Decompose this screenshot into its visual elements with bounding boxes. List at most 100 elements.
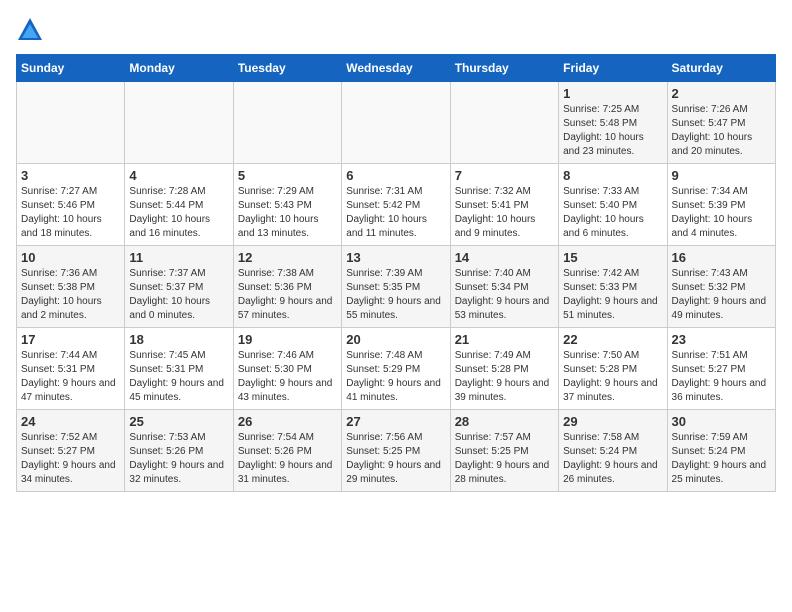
- day-number: 6: [346, 168, 445, 183]
- day-number: 25: [129, 414, 228, 429]
- day-info: Sunrise: 7:54 AM Sunset: 5:26 PM Dayligh…: [238, 431, 337, 487]
- day-number: 18: [129, 332, 228, 347]
- day-number: 28: [455, 414, 554, 429]
- calendar-cell: 10 Sunrise: 7:36 AM Sunset: 5:38 PM Dayli…: [17, 246, 125, 328]
- calendar-cell: [17, 82, 125, 164]
- day-info: Sunrise: 7:46 AM Sunset: 5:30 PM Dayligh…: [238, 349, 337, 405]
- day-info: Sunrise: 7:28 AM Sunset: 5:44 PM Dayligh…: [129, 185, 228, 241]
- day-info: Sunrise: 7:50 AM Sunset: 5:28 PM Dayligh…: [563, 349, 662, 405]
- day-info: Sunrise: 7:33 AM Sunset: 5:40 PM Dayligh…: [563, 185, 662, 241]
- calendar-cell: 22 Sunrise: 7:50 AM Sunset: 5:28 PM Dayli…: [559, 328, 667, 410]
- day-number: 15: [563, 250, 662, 265]
- calendar-cell: 11 Sunrise: 7:37 AM Sunset: 5:37 PM Dayli…: [125, 246, 233, 328]
- day-number: 26: [238, 414, 337, 429]
- calendar-cell: [233, 82, 341, 164]
- day-number: 10: [21, 250, 120, 265]
- day-info: Sunrise: 7:48 AM Sunset: 5:29 PM Dayligh…: [346, 349, 445, 405]
- day-number: 4: [129, 168, 228, 183]
- day-number: 24: [21, 414, 120, 429]
- calendar-cell: 21 Sunrise: 7:49 AM Sunset: 5:28 PM Dayli…: [450, 328, 558, 410]
- day-number: 21: [455, 332, 554, 347]
- day-info: Sunrise: 7:29 AM Sunset: 5:43 PM Dayligh…: [238, 185, 337, 241]
- day-info: Sunrise: 7:40 AM Sunset: 5:34 PM Dayligh…: [455, 267, 554, 323]
- calendar-cell: 14Sunrise: 7:40 AM Sunset: 5:34 PM Dayli…: [450, 246, 558, 328]
- day-info: Sunrise: 7:38 AM Sunset: 5:36 PM Dayligh…: [238, 267, 337, 323]
- day-info: Sunrise: 7:26 AM Sunset: 5:47 PM Dayligh…: [672, 103, 771, 159]
- calendar-cell: 13Sunrise: 7:39 AM Sunset: 5:35 PM Dayli…: [342, 246, 450, 328]
- day-info: Sunrise: 7:25 AM Sunset: 5:48 PM Dayligh…: [563, 103, 662, 159]
- calendar-cell: [342, 82, 450, 164]
- calendar-cell: 9Sunrise: 7:34 AM Sunset: 5:39 PM Daylig…: [667, 164, 775, 246]
- day-number: 27: [346, 414, 445, 429]
- calendar-cell: 26 Sunrise: 7:54 AM Sunset: 5:26 PM Dayli…: [233, 410, 341, 492]
- day-info: Sunrise: 7:49 AM Sunset: 5:28 PM Dayligh…: [455, 349, 554, 405]
- day-header-wednesday: Wednesday: [342, 55, 450, 82]
- day-number: 17: [21, 332, 120, 347]
- header: [16, 16, 776, 44]
- calendar-week-4: 17 Sunrise: 7:44 AM Sunset: 5:31 PM Dayli…: [17, 328, 776, 410]
- calendar-cell: 30 Sunrise: 7:59 AM Sunset: 5:24 PM Dayli…: [667, 410, 775, 492]
- calendar-cell: 2 Sunrise: 7:26 AM Sunset: 5:47 PM Daylig…: [667, 82, 775, 164]
- day-info: Sunrise: 7:59 AM Sunset: 5:24 PM Dayligh…: [672, 431, 771, 487]
- day-number: 30: [672, 414, 771, 429]
- calendar-week-5: 24 Sunrise: 7:52 AM Sunset: 5:27 PM Dayli…: [17, 410, 776, 492]
- day-number: 23: [672, 332, 771, 347]
- calendar-cell: 3 Sunrise: 7:27 AM Sunset: 5:46 PM Daylig…: [17, 164, 125, 246]
- calendar-week-2: 3 Sunrise: 7:27 AM Sunset: 5:46 PM Daylig…: [17, 164, 776, 246]
- calendar-cell: 18 Sunrise: 7:45 AM Sunset: 5:31 PM Dayli…: [125, 328, 233, 410]
- logo: [16, 16, 48, 44]
- day-info: Sunrise: 7:42 AM Sunset: 5:33 PM Dayligh…: [563, 267, 662, 323]
- day-number: 2: [672, 86, 771, 101]
- day-number: 29: [563, 414, 662, 429]
- day-info: Sunrise: 7:32 AM Sunset: 5:41 PM Dayligh…: [455, 185, 554, 241]
- day-header-monday: Monday: [125, 55, 233, 82]
- day-info: Sunrise: 7:43 AM Sunset: 5:32 PM Dayligh…: [672, 267, 771, 323]
- day-info: Sunrise: 7:31 AM Sunset: 5:42 PM Dayligh…: [346, 185, 445, 241]
- calendar-cell: 7 Sunrise: 7:32 AM Sunset: 5:41 PM Daylig…: [450, 164, 558, 246]
- calendar-week-3: 10 Sunrise: 7:36 AM Sunset: 5:38 PM Dayli…: [17, 246, 776, 328]
- calendar-cell: [450, 82, 558, 164]
- calendar-week-1: 1 Sunrise: 7:25 AM Sunset: 5:48 PM Daylig…: [17, 82, 776, 164]
- day-info: Sunrise: 7:53 AM Sunset: 5:26 PM Dayligh…: [129, 431, 228, 487]
- day-info: Sunrise: 7:45 AM Sunset: 5:31 PM Dayligh…: [129, 349, 228, 405]
- logo-icon: [16, 16, 44, 44]
- day-info: Sunrise: 7:44 AM Sunset: 5:31 PM Dayligh…: [21, 349, 120, 405]
- calendar-table: SundayMondayTuesdayWednesdayThursdayFrid…: [16, 54, 776, 492]
- day-info: Sunrise: 7:36 AM Sunset: 5:38 PM Dayligh…: [21, 267, 120, 323]
- calendar-cell: 1 Sunrise: 7:25 AM Sunset: 5:48 PM Daylig…: [559, 82, 667, 164]
- day-number: 9: [672, 168, 771, 183]
- day-header-saturday: Saturday: [667, 55, 775, 82]
- day-number: 22: [563, 332, 662, 347]
- calendar-header-row: SundayMondayTuesdayWednesdayThursdayFrid…: [17, 55, 776, 82]
- day-number: 8: [563, 168, 662, 183]
- day-number: 1: [563, 86, 662, 101]
- day-info: Sunrise: 7:52 AM Sunset: 5:27 PM Dayligh…: [21, 431, 120, 487]
- calendar-cell: 29 Sunrise: 7:58 AM Sunset: 5:24 PM Dayli…: [559, 410, 667, 492]
- calendar-cell: 8 Sunrise: 7:33 AM Sunset: 5:40 PM Daylig…: [559, 164, 667, 246]
- day-number: 7: [455, 168, 554, 183]
- day-number: 12: [238, 250, 337, 265]
- day-info: Sunrise: 7:27 AM Sunset: 5:46 PM Dayligh…: [21, 185, 120, 241]
- day-info: Sunrise: 7:37 AM Sunset: 5:37 PM Dayligh…: [129, 267, 228, 323]
- day-number: 11: [129, 250, 228, 265]
- calendar-cell: 24 Sunrise: 7:52 AM Sunset: 5:27 PM Dayli…: [17, 410, 125, 492]
- calendar-cell: 20Sunrise: 7:48 AM Sunset: 5:29 PM Dayli…: [342, 328, 450, 410]
- calendar-cell: 15 Sunrise: 7:42 AM Sunset: 5:33 PM Dayli…: [559, 246, 667, 328]
- calendar-cell: 16 Sunrise: 7:43 AM Sunset: 5:32 PM Dayli…: [667, 246, 775, 328]
- day-info: Sunrise: 7:56 AM Sunset: 5:25 PM Dayligh…: [346, 431, 445, 487]
- day-header-friday: Friday: [559, 55, 667, 82]
- day-number: 16: [672, 250, 771, 265]
- day-info: Sunrise: 7:39 AM Sunset: 5:35 PM Dayligh…: [346, 267, 445, 323]
- day-info: Sunrise: 7:51 AM Sunset: 5:27 PM Dayligh…: [672, 349, 771, 405]
- day-header-tuesday: Tuesday: [233, 55, 341, 82]
- calendar-cell: 6 Sunrise: 7:31 AM Sunset: 5:42 PM Daylig…: [342, 164, 450, 246]
- day-header-sunday: Sunday: [17, 55, 125, 82]
- day-info: Sunrise: 7:58 AM Sunset: 5:24 PM Dayligh…: [563, 431, 662, 487]
- calendar-cell: 19Sunrise: 7:46 AM Sunset: 5:30 PM Dayli…: [233, 328, 341, 410]
- day-header-thursday: Thursday: [450, 55, 558, 82]
- calendar-cell: 4 Sunrise: 7:28 AM Sunset: 5:44 PM Daylig…: [125, 164, 233, 246]
- calendar-cell: 23 Sunrise: 7:51 AM Sunset: 5:27 PM Dayli…: [667, 328, 775, 410]
- day-number: 3: [21, 168, 120, 183]
- calendar-cell: 5 Sunrise: 7:29 AM Sunset: 5:43 PM Daylig…: [233, 164, 341, 246]
- day-number: 5: [238, 168, 337, 183]
